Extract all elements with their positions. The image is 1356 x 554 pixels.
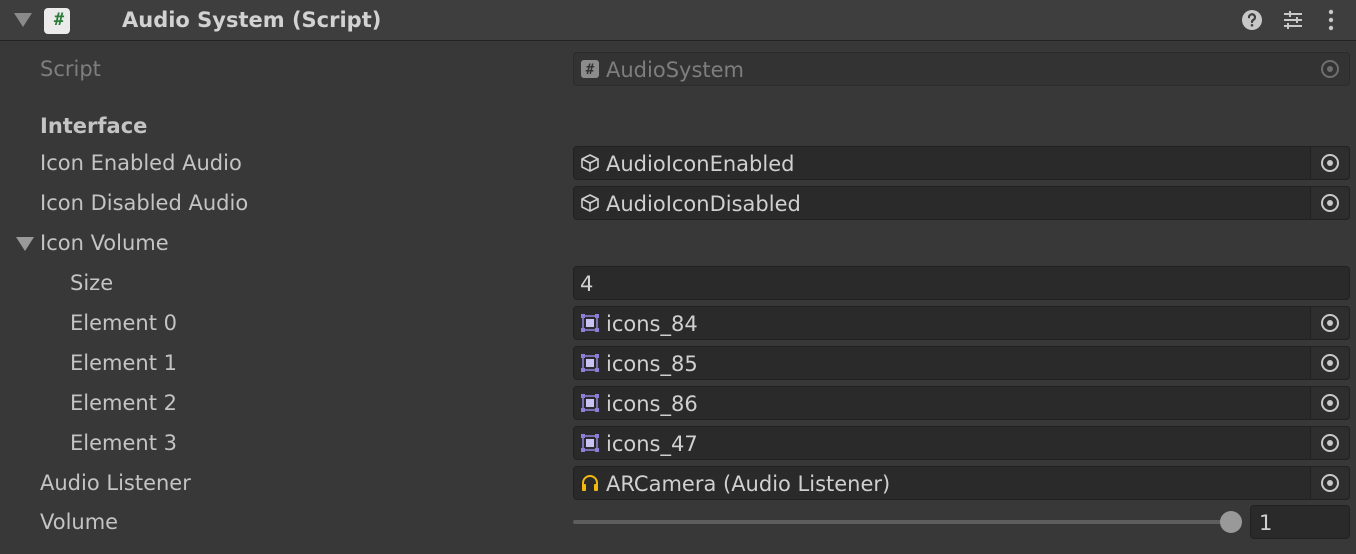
script-hash-icon: # xyxy=(53,10,65,30)
icon-volume-foldout-arrow-icon[interactable] xyxy=(16,237,34,251)
sprite-icon xyxy=(580,353,600,373)
volume-input[interactable]: 1 xyxy=(1250,505,1350,539)
size-label: Size xyxy=(70,271,114,295)
script-value: AudioSystem xyxy=(606,58,744,82)
element-1-field[interactable]: icons_85 xyxy=(573,346,1350,380)
prefab-cube-icon xyxy=(580,153,600,173)
object-picker-button[interactable] xyxy=(1310,147,1349,179)
element-1-value: icons_85 xyxy=(606,352,698,376)
audio-listener-field[interactable]: ARCamera (Audio Listener) xyxy=(573,466,1350,500)
collapse-arrow-icon[interactable] xyxy=(14,13,32,27)
element-0-field[interactable]: icons_84 xyxy=(573,306,1350,340)
sprite-icon xyxy=(580,433,600,453)
volume-value: 1 xyxy=(1259,511,1273,535)
script-field: # AudioSystem xyxy=(573,52,1350,86)
prefab-cube-icon xyxy=(580,193,600,213)
more-vert-icon[interactable] xyxy=(1319,8,1343,32)
volume-slider-thumb[interactable] xyxy=(1220,511,1242,533)
audio-listener-value: ARCamera (Audio Listener) xyxy=(606,472,891,496)
icon-disabled-audio-value: AudioIconDisabled xyxy=(606,192,801,216)
object-picker-button[interactable] xyxy=(1310,427,1349,459)
element-0-label: Element 0 xyxy=(70,311,177,335)
script-hash-icon: # xyxy=(580,59,600,79)
size-value: 4 xyxy=(580,272,594,296)
headphones-icon xyxy=(580,473,600,493)
svg-text:#: # xyxy=(586,62,595,78)
audio-listener-label: Audio Listener xyxy=(40,471,191,495)
element-1-label: Element 1 xyxy=(70,351,177,375)
element-3-label: Element 3 xyxy=(70,431,177,455)
object-picker-button[interactable] xyxy=(1310,347,1349,379)
volume-slider-track[interactable] xyxy=(573,520,1231,524)
icon-disabled-audio-label: Icon Disabled Audio xyxy=(40,191,249,215)
element-2-label: Element 2 xyxy=(70,391,177,415)
object-picker-button xyxy=(1311,53,1349,85)
object-picker-button[interactable] xyxy=(1310,467,1349,499)
volume-label: Volume xyxy=(40,510,119,534)
object-picker-button[interactable] xyxy=(1310,387,1349,419)
element-3-value: icons_47 xyxy=(606,432,698,456)
size-input[interactable]: 4 xyxy=(573,266,1350,300)
element-2-field[interactable]: icons_86 xyxy=(573,386,1350,420)
icon-enabled-audio-field[interactable]: AudioIconEnabled xyxy=(573,146,1350,180)
icon-volume-label[interactable]: Icon Volume xyxy=(40,223,169,263)
icon-enabled-audio-value: AudioIconEnabled xyxy=(606,152,795,176)
script-label: Script xyxy=(40,57,101,81)
help-icon[interactable] xyxy=(1240,8,1264,32)
sprite-icon xyxy=(580,393,600,413)
object-picker-button[interactable] xyxy=(1310,307,1349,339)
sprite-icon xyxy=(580,313,600,333)
interface-header: Interface xyxy=(40,114,148,138)
component-title: Audio System (Script) xyxy=(122,8,382,32)
icon-disabled-audio-field[interactable]: AudioIconDisabled xyxy=(573,186,1350,220)
icon-enabled-audio-label: Icon Enabled Audio xyxy=(40,151,242,175)
element-0-value: icons_84 xyxy=(606,312,698,336)
presets-icon[interactable] xyxy=(1281,8,1305,32)
element-2-value: icons_86 xyxy=(606,392,698,416)
element-3-field[interactable]: icons_47 xyxy=(573,426,1350,460)
object-picker-button[interactable] xyxy=(1310,187,1349,219)
inspector-component: # Audio System (Script) Script # AudioSy… xyxy=(0,0,1356,554)
component-header[interactable]: # Audio System (Script) xyxy=(0,0,1356,41)
